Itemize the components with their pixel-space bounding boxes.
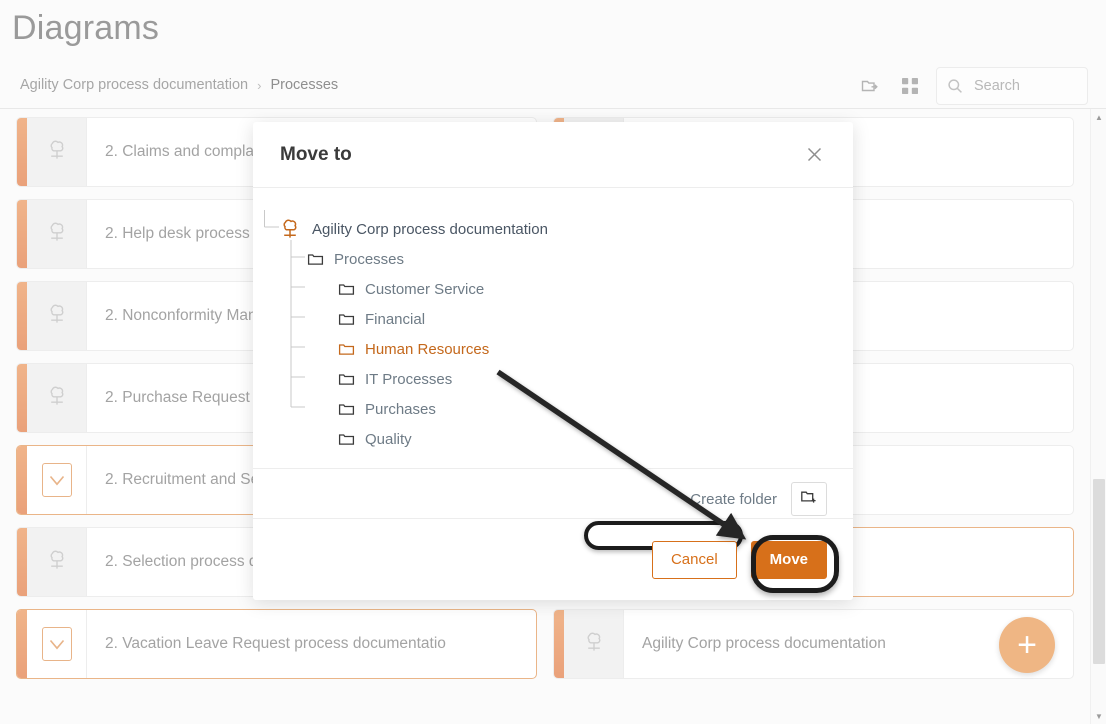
tree-root-label: Agility Corp process documentation	[312, 220, 548, 238]
folder-icon	[338, 341, 355, 358]
close-icon[interactable]	[799, 140, 829, 170]
diagram-type-icon	[46, 303, 68, 330]
app-root: Diagrams Agility Corp process documentat…	[0, 0, 1106, 724]
tree-node-label: Human Resources	[365, 340, 490, 358]
card-icon-cell	[27, 282, 87, 350]
card-icon-cell	[27, 610, 87, 678]
card-accent-bar	[17, 282, 27, 350]
page-header: Diagrams Agility Corp process documentat…	[0, 0, 1106, 109]
card-accent-bar	[554, 610, 564, 678]
search-input[interactable]	[972, 77, 1077, 95]
move-button[interactable]: Move	[750, 540, 827, 579]
row-checkbox[interactable]	[41, 627, 72, 661]
card-icon-cell	[27, 446, 87, 514]
page-title: Diagrams	[12, 9, 160, 47]
folder-icon	[338, 401, 355, 418]
folder-icon	[338, 371, 355, 388]
tree-root-node[interactable]: Agility Corp process documentation	[279, 214, 827, 244]
folder-icon	[338, 311, 355, 328]
card-accent-bar	[17, 200, 27, 268]
create-folder-row: Create folder	[279, 482, 827, 516]
search-box[interactable]	[936, 67, 1088, 105]
card-icon-cell	[27, 200, 87, 268]
diagram-type-icon	[583, 631, 605, 658]
card-icon-cell	[27, 528, 87, 596]
tree-node-label: Processes	[334, 250, 405, 268]
tree-node-label: Purchases	[365, 400, 436, 418]
dialog-footer: Cancel Move	[253, 518, 853, 600]
create-folder-label: Create folder	[690, 490, 777, 508]
folder-icon	[338, 431, 355, 448]
card-accent-bar	[17, 364, 27, 432]
card-label: 2. Vacation Leave Request process docume…	[105, 635, 446, 652]
folder-icon	[307, 251, 324, 268]
move-folder-icon[interactable]	[850, 66, 890, 106]
card-icon-cell	[27, 118, 87, 186]
tree-node-it-processes[interactable]: IT Processes	[279, 364, 827, 394]
scroll-up-arrow-icon[interactable]: ▲	[1091, 109, 1106, 125]
diagram-card[interactable]: 2. Vacation Leave Request process docume…	[16, 609, 537, 679]
cancel-button[interactable]: Cancel	[651, 540, 737, 579]
tree-node-purchases[interactable]: Purchases	[279, 394, 827, 424]
move-to-dialog: Move to Agility Corp process documentati…	[253, 122, 853, 600]
tree-node-financial[interactable]: Financial	[279, 304, 827, 334]
card-icon-cell	[564, 610, 624, 678]
breadcrumb: Agility Corp process documentation › Pro…	[20, 77, 338, 93]
card-accent-bar	[17, 610, 27, 678]
card-icon-cell	[27, 364, 87, 432]
tree-node-label: Financial	[365, 310, 426, 328]
tree-node-label: Customer Service	[365, 280, 485, 298]
scroll-down-arrow-icon[interactable]: ▼	[1091, 708, 1106, 724]
diagram-type-icon	[46, 139, 68, 166]
dialog-header: Move to	[253, 122, 853, 188]
diagram-type-icon	[46, 221, 68, 248]
card-accent-bar	[17, 446, 27, 514]
vertical-scrollbar[interactable]: ▲ ▼	[1090, 109, 1106, 724]
tree-node-label: Quality	[365, 430, 412, 448]
hierarchy-root-icon	[279, 218, 301, 240]
folder-tree: Agility Corp process documentation Proce…	[279, 214, 827, 454]
folder-icon	[338, 281, 355, 298]
create-folder-button[interactable]	[791, 482, 827, 516]
tree-node-human-resources[interactable]: Human Resources	[279, 334, 827, 364]
scrollbar-thumb[interactable]	[1093, 479, 1105, 664]
row-checkbox[interactable]	[41, 463, 72, 497]
breadcrumb-separator-icon: ›	[257, 77, 262, 93]
dialog-title: Move to	[280, 143, 352, 165]
breadcrumb-item-processes[interactable]: Processes	[270, 77, 338, 93]
diagram-card[interactable]: Agility Corp process documentation	[553, 609, 1074, 679]
diagram-type-icon	[46, 385, 68, 412]
add-diagram-fab[interactable]: +	[999, 617, 1055, 673]
card-accent-bar	[17, 118, 27, 186]
grid-view-icon[interactable]	[890, 66, 930, 106]
tree-node-customer-service[interactable]: Customer Service	[279, 274, 827, 304]
dialog-body: Agility Corp process documentation Proce…	[253, 188, 853, 574]
breadcrumb-item-root[interactable]: Agility Corp process documentation	[20, 77, 248, 93]
diagram-type-icon	[46, 549, 68, 576]
tree-node-label: IT Processes	[365, 370, 453, 388]
tree-node-quality[interactable]: Quality	[279, 424, 827, 454]
tree-node-processes[interactable]: Processes	[279, 244, 827, 274]
card-accent-bar	[17, 528, 27, 596]
dialog-divider	[253, 468, 853, 469]
folder-plus-icon	[800, 488, 818, 511]
search-icon	[947, 78, 963, 94]
header-actions	[850, 66, 1106, 106]
